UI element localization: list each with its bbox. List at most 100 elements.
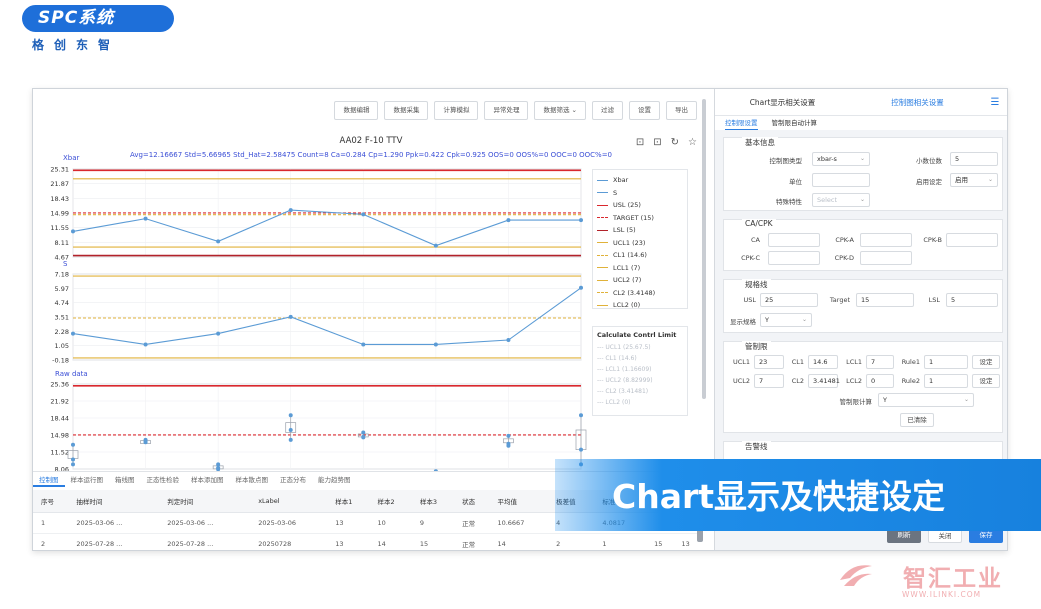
y-tick-label: 21.92 [50,398,69,406]
tab-control-chart[interactable]: 控制图相关设置 [850,97,985,108]
enable-select[interactable]: 启用 ⌄ [950,173,998,187]
legend-label: CL2 (3.4148) [613,288,656,297]
legend-item[interactable]: CL1 (14.6) [597,249,683,262]
column-header[interactable]: 样本1 [327,490,370,513]
y-tick-label: 8.11 [55,239,69,247]
show-spec-select[interactable]: Y ⌄ [760,313,812,327]
raw-point [143,439,148,444]
legend-label: TARGET (15) [613,213,654,222]
cpkd-input[interactable] [860,251,912,265]
plot-frame [72,383,582,470]
y-axis-label: Xbar [63,154,80,162]
analysis-tab[interactable]: 正态分布 [274,472,312,487]
series-line-s [72,287,582,346]
legend-item[interactable]: UCL1 (23) [597,237,683,250]
data-point [506,218,511,223]
menu-icon[interactable]: ☰ [985,97,1005,108]
data-point [216,239,221,244]
chart-type-select[interactable]: xbar-s ⌄ [812,152,870,166]
basic-info-section: 基本信息 控制图类型 xbar-s ⌄ 小数位数 5 单位 启用设定 启用 ⌄ 特殊… [723,137,1003,211]
ucl2-input[interactable]: 7 [754,374,784,388]
raw-point [288,427,293,432]
column-header[interactable]: 抽样时间 [68,490,160,513]
tab-chart-display[interactable]: Chart显示相关设置 [715,97,850,108]
lcl2-input[interactable]: 0 [866,374,894,388]
watermark-text: 智汇工业 [903,566,1003,592]
cl1-input[interactable]: 14.6 [808,355,838,369]
chevron-down-icon: ⌄ [859,196,865,203]
column-header[interactable]: xLabel [250,490,328,513]
rule2-input[interactable]: 1 [924,374,968,388]
raw-point [216,465,221,470]
legend-item[interactable]: TARGET (15) [597,212,683,225]
table-row[interactable]: 2 2025-07-28 ... 2025-07-28 ... 20250728 13 1… [33,533,701,550]
rule1-input[interactable]: 1 [924,355,968,369]
table-cell: 13 [327,512,370,534]
legend-swatch [597,242,608,244]
subtab-limit-settings[interactable]: 控制限设置 [725,116,758,130]
legend-item[interactable]: S [597,187,683,200]
table-cell: 1 [33,512,69,534]
analysis-tab[interactable]: 样本运行图 [65,472,110,487]
column-header[interactable]: 状态 [454,490,490,513]
analysis-tab[interactable]: 样本添加图 [185,472,230,487]
table-cell: 10 [369,512,412,534]
legend-label: Xbar [613,176,629,185]
legend-swatch [597,304,608,306]
spec-section: 规格线 USL 25 Target 15 LSL 5 显示规格 Y ⌄ [723,279,1003,333]
raw-point [579,447,583,452]
table-cell: 20250728 [250,533,328,550]
cpka-input[interactable] [860,233,912,247]
legend-item[interactable]: LSL (5) [597,224,683,237]
legend-item[interactable]: USL (25) [597,199,683,212]
ca-input[interactable] [768,233,820,247]
ucl1-input[interactable]: 23 [754,355,784,369]
column-header[interactable]: 判定时间 [159,490,251,513]
cpkb-input[interactable] [946,233,998,247]
table-cell: 10.6667 [489,512,549,534]
legend-item[interactable]: UCL2 (7) [597,274,683,287]
subtab-auto-calc[interactable]: 管制限自动计算 [772,116,818,130]
cpkc-input[interactable] [768,251,820,265]
legend-label: CL1 (14.6) [613,251,647,260]
rule2-set-button[interactable]: 设定 [972,374,1000,388]
legend-label: LSL (5) [613,226,636,235]
legend-item[interactable]: Xbar [597,174,683,187]
cl2-input[interactable]: 3.41481 [808,374,840,388]
data-point [579,218,583,223]
column-header[interactable]: 序号 [33,490,69,513]
rule1-set-button[interactable]: 设定 [972,355,1000,369]
column-header[interactable]: 样本2 [369,490,412,513]
lsl-input[interactable]: 5 [946,293,998,307]
target-input[interactable]: 15 [856,293,914,307]
y-tick-label: 3.51 [55,314,69,322]
analysis-tab[interactable]: 样本散点图 [230,472,275,487]
auto-calc-select[interactable]: Y ⌄ [878,393,974,407]
legend-item[interactable]: CL2 (3.4148) [597,287,683,300]
legend-item[interactable]: LCL2 (0) [597,299,683,312]
data-point [143,342,148,347]
column-header[interactable]: 样本3 [411,490,455,513]
analysis-tab[interactable]: 能力趋势图 [312,472,357,487]
chevron-down-icon: ⌄ [963,396,969,403]
decimals-input[interactable]: 5 [950,152,998,166]
lcl1-input[interactable]: 7 [866,355,894,369]
clear-button[interactable]: 已清除 [900,413,934,427]
table-cell: 2025-03-06 ... [68,512,160,534]
chart-type-label: 控制图类型 [769,157,803,165]
special-select[interactable]: Select ⌄ [812,193,870,207]
data-point [361,342,366,347]
usl-input[interactable]: 25 [760,293,818,307]
analysis-tab[interactable]: 正态性检验 [141,472,186,487]
analysis-tab[interactable]: 箱线图 [109,472,141,487]
analysis-tab[interactable]: 控制图 [33,472,65,487]
y-tick-label: 14.99 [50,210,69,218]
data-point [579,285,583,290]
spec-title: 规格线 [742,279,771,290]
data-point [433,342,438,347]
chart-scrollbar[interactable] [702,99,706,399]
column-header[interactable]: 平均值 [489,490,549,513]
legend-item[interactable]: LCL1 (7) [597,262,683,275]
ucl2-label: UCL2 [732,377,750,385]
unit-input[interactable] [812,173,870,187]
